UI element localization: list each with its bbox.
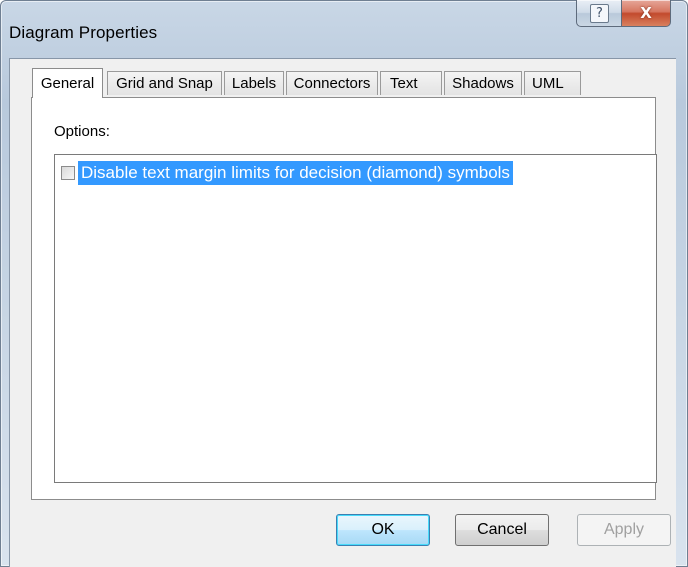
option-disable-text-margin-limits[interactable]: Disable text margin limits for decision …	[61, 161, 513, 185]
title-bar[interactable]: Diagram Properties ? X	[0, 0, 688, 42]
tab-label: Grid and Snap	[116, 75, 213, 92]
tab-text[interactable]: Text	[380, 71, 442, 95]
tab-grid-and-snap[interactable]: Grid and Snap	[107, 71, 222, 95]
help-button[interactable]: ?	[576, 0, 623, 27]
tab-uml[interactable]: UML	[524, 71, 581, 95]
tab-label: Text	[390, 75, 418, 92]
apply-label: Apply	[603, 521, 645, 538]
help-icon: ?	[590, 3, 609, 23]
dialog-window: Diagram Properties ? X General Grid and …	[0, 0, 688, 567]
options-label: Options:	[54, 123, 110, 140]
cancel-button[interactable]: Cancel	[455, 514, 549, 546]
cancel-label: Cancel	[477, 521, 527, 538]
close-button[interactable]: X	[621, 0, 671, 27]
tab-label: General	[40, 75, 95, 92]
ok-button[interactable]: OK	[336, 514, 430, 546]
ok-label: OK	[371, 521, 395, 538]
help-glyph: ?	[596, 5, 603, 21]
option-label: Disable text margin limits for decision …	[78, 161, 513, 185]
tab-label: UML	[532, 75, 564, 92]
tab-shadows[interactable]: Shadows	[444, 71, 522, 95]
tab-connectors[interactable]: Connectors	[286, 71, 378, 95]
apply-button[interactable]: Apply	[577, 514, 671, 546]
tab-general[interactable]: General	[32, 68, 103, 98]
checkbox[interactable]	[61, 166, 75, 180]
tab-label: Labels	[231, 75, 277, 92]
close-icon: X	[640, 4, 652, 22]
window-title: Diagram Properties	[9, 23, 158, 42]
tab-label: Connectors	[293, 75, 371, 92]
tab-label: Shadows	[452, 75, 514, 92]
tab-labels[interactable]: Labels	[224, 71, 284, 95]
options-list[interactable]	[54, 154, 657, 483]
